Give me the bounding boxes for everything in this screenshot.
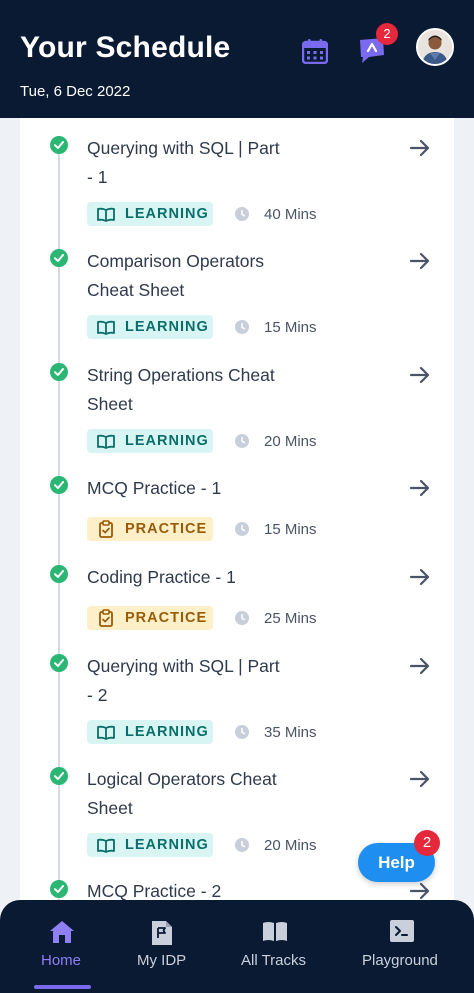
clock-icon (235, 725, 249, 739)
item-title[interactable]: Querying with SQL | Part - 2 (87, 652, 307, 710)
arrow-right-icon[interactable] (409, 477, 431, 499)
completed-check-icon (50, 767, 68, 785)
active-tab-indicator (34, 985, 91, 989)
nav-home[interactable]: Home (30, 900, 94, 993)
item-title[interactable]: MCQ Practice - 1 (87, 474, 307, 503)
duration: 40 Mins (264, 206, 317, 223)
notification-count-badge: 2 (376, 23, 398, 45)
completed-check-icon (50, 880, 68, 898)
clock-icon (235, 434, 249, 448)
learning-tag: LEARNING (87, 720, 213, 744)
duration: 15 Mins (264, 521, 317, 538)
nav-label-playground: Playground (362, 952, 438, 969)
terminal-icon (389, 920, 415, 944)
item-title[interactable]: Logical Operators Cheat Sheet (87, 765, 307, 823)
bottom-navigation: Home My IDP All Tracks Playground (0, 900, 474, 993)
arrow-right-icon[interactable] (409, 655, 431, 677)
nav-label-home: Home (41, 952, 82, 969)
arrow-right-icon[interactable] (409, 768, 431, 790)
clock-icon (235, 522, 249, 536)
current-date: Tue, 6 Dec 2022 (20, 83, 131, 100)
arrow-right-icon[interactable] (409, 880, 431, 902)
book-icon (97, 723, 115, 741)
learning-tag: LEARNING (87, 202, 213, 226)
arrow-right-icon[interactable] (409, 250, 431, 272)
clipboard-icon (97, 520, 115, 538)
clock-icon (235, 611, 249, 625)
help-badge: 2 (414, 830, 440, 856)
completed-check-icon (50, 136, 68, 154)
duration: 20 Mins (264, 837, 317, 854)
book-icon (97, 432, 115, 450)
avatar[interactable] (416, 28, 454, 66)
duration: 35 Mins (264, 724, 317, 741)
book-icon (262, 920, 288, 944)
nav-my-idp[interactable]: My IDP (132, 900, 192, 993)
nav-label-my-idp: My IDP (137, 952, 187, 969)
clock-icon (235, 207, 249, 221)
learning-tag: LEARNING (87, 833, 213, 857)
learning-tag: LEARNING (87, 429, 213, 453)
practice-tag: PRACTICE (87, 606, 213, 630)
completed-check-icon (50, 654, 68, 672)
clock-icon (235, 320, 249, 334)
clock-icon (235, 838, 249, 852)
schedule-card[interactable]: Querying with SQL | Part - 1 LEARNING 40 … (20, 118, 454, 918)
book-icon (97, 836, 115, 854)
item-title[interactable]: Coding Practice - 1 (87, 563, 307, 592)
page-title: Your Schedule (20, 31, 231, 64)
home-icon (49, 920, 75, 944)
item-title[interactable]: Comparison Operators Cheat Sheet (87, 247, 307, 305)
duration: 20 Mins (264, 433, 317, 450)
book-icon (97, 205, 115, 223)
document-flag-icon (149, 920, 175, 945)
practice-tag: PRACTICE (87, 517, 213, 541)
learning-tag: LEARNING (87, 315, 213, 339)
clipboard-icon (97, 609, 115, 627)
nav-all-tracks[interactable]: All Tracks (238, 900, 312, 993)
arrow-right-icon[interactable] (409, 137, 431, 159)
arrow-right-icon[interactable] (409, 364, 431, 386)
app-header: Your Schedule Tue, 6 Dec 2022 2 (0, 0, 474, 118)
item-title[interactable]: String Operations Cheat Sheet (87, 361, 307, 419)
completed-check-icon (50, 476, 68, 494)
completed-check-icon (50, 565, 68, 583)
nav-playground[interactable]: Playground (360, 900, 444, 993)
arrow-right-icon[interactable] (409, 566, 431, 588)
item-title[interactable]: Querying with SQL | Part - 1 (87, 134, 307, 192)
calendar-icon[interactable] (301, 38, 329, 65)
completed-check-icon (50, 249, 68, 267)
book-icon (97, 318, 115, 336)
duration: 15 Mins (264, 319, 317, 336)
nav-label-all-tracks: All Tracks (241, 952, 307, 969)
completed-check-icon (50, 363, 68, 381)
duration: 25 Mins (264, 610, 317, 627)
